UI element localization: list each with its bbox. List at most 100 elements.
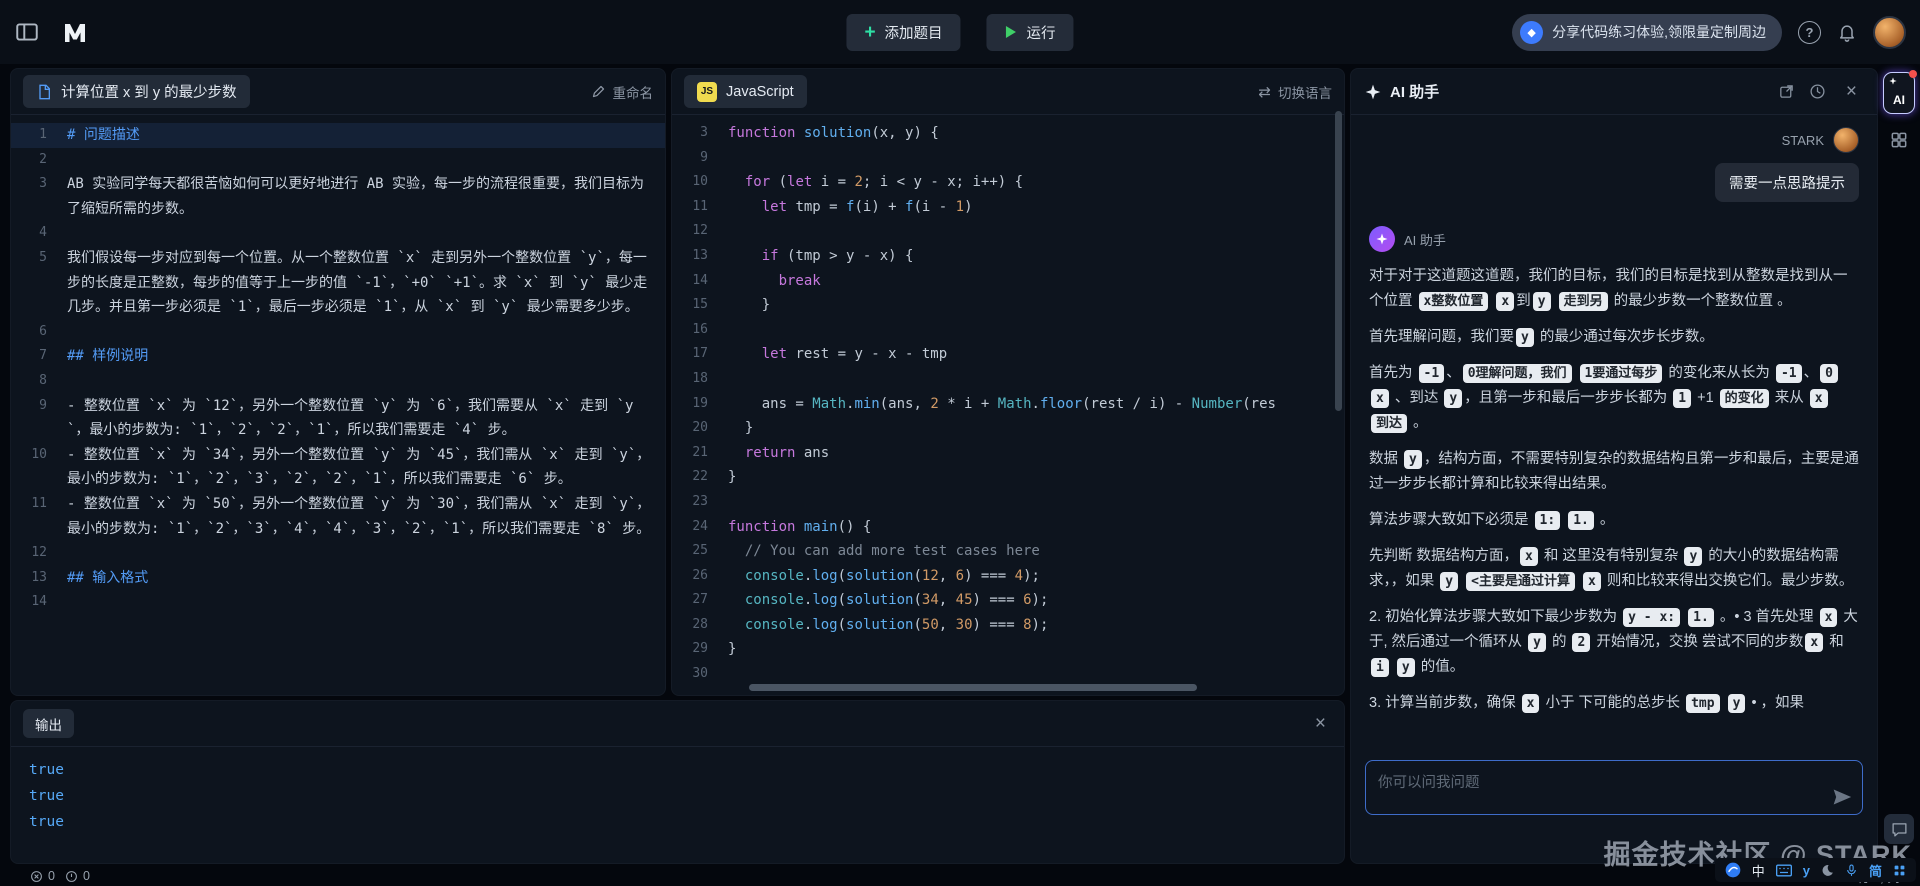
code-line[interactable]: 13 if (tmp > y - x) { [672,244,1344,269]
line-text: 我们假设每一步对应到每一个位置。从一个整数位置 `x` 走到另外一个整数位置 `… [67,249,648,316]
close-ai-button[interactable]: × [1840,82,1863,101]
inline-code: tmp [1686,694,1720,713]
help-button[interactable]: ? [1798,20,1821,44]
feedback-button[interactable] [1884,814,1914,844]
problem-title-tab[interactable]: 计算位置 x 到 y 的最少步数 [23,75,250,108]
ime-simplified-mode[interactable]: 简 [1869,861,1882,880]
ai-assistant-button[interactable]: AI [1883,70,1917,114]
code-line[interactable]: 11 let tmp = f(i) + f(i - 1) [672,195,1344,220]
line-text: console.log(solution(50, 30) === 8); [744,616,1049,633]
mic-icon[interactable] [1845,863,1858,878]
code-line[interactable]: 23 [672,490,1344,515]
code-line[interactable]: 21 return ans [672,441,1344,466]
vertical-scrollbar[interactable] [1335,111,1342,411]
inline-code: 1要通过每步 [1579,364,1663,383]
problem-line[interactable]: 13 ## 输入格式 [11,566,665,591]
code-line[interactable]: 30 [672,662,1344,687]
problem-title: 计算位置 x 到 y 的最少步数 [61,85,237,101]
language-tab[interactable]: JS JavaScript [684,75,807,108]
line-number: 19 [692,395,708,411]
app-logo[interactable] [60,21,90,43]
star-icon [1376,233,1388,245]
line-text: console.log(solution(34, 45) === 6); [744,592,1049,609]
problem-line[interactable]: 3 AB 实验同学每天都很苦恼如何可以更好地进行 AB 实验，每一步的流程很重要，… [11,172,665,221]
user-avatar[interactable] [1873,15,1906,49]
code-line[interactable]: 20 } [672,416,1344,441]
code-line[interactable]: 3 function solution(x, y) { [672,121,1344,146]
problem-line[interactable]: 9 - 整数位置 `x` 为 `12`，另外一个整数位置 `y` 为 `6`，我们… [11,394,665,443]
line-number: 10 [31,446,47,462]
promo-banner[interactable]: ◆ 分享代码练习体验,领限量定制周边 [1512,13,1782,51]
ime-chinese-mode[interactable]: 中 [1752,861,1765,880]
keyboard-icon[interactable] [1775,864,1792,877]
code-line[interactable]: 15 } [672,293,1344,318]
ai-paragraph: 首先为 -1、 0理解问题，我们 1要通过每步 的变化来从长为 -1、 0 x 、到… [1369,361,1859,436]
output-line: true [29,788,64,804]
sidebar-toggle-button[interactable] [14,19,40,45]
plugins-button[interactable] [1889,130,1909,150]
history-button[interactable] [1809,83,1826,100]
problem-line[interactable]: 1 # 问题描述 [11,123,665,148]
code-line[interactable]: 22} [672,465,1344,490]
problem-line[interactable]: 10 - 整数位置 `x` 为 `34`，另外一个整数位置 `y` 为 `45`，… [11,443,665,492]
problem-line[interactable]: 4 [11,221,665,246]
code-line[interactable]: 18 [672,367,1344,392]
code-line[interactable]: 17 let rest = y - x - tmp [672,342,1344,367]
notification-dot [1909,70,1917,78]
topbar: + 添加题目 运行 ◆ 分享代码练习体验,领限量定制周边 ? [0,0,1920,64]
line-text: ## 输入格式 [67,569,149,586]
line-number: 21 [692,444,708,460]
ime-menu-icon[interactable] [1893,864,1906,877]
problem-line[interactable]: 11 - 整数位置 `x` 为 `50`，另外一个整数位置 `y` 为 `30`，… [11,492,665,541]
output-tab[interactable]: 输出 [23,709,74,738]
errors-indicator[interactable]: 0 [30,869,55,883]
problem-line[interactable]: 14 [11,590,665,615]
code-editor[interactable]: 3 function solution(x, y) {9 10 for (let i… [672,115,1344,695]
line-number: 15 [692,297,708,313]
code-line[interactable]: 28 console.log(solution(50, 30) === 8); [672,613,1344,638]
warnings-indicator[interactable]: 0 [65,869,90,883]
line-number: 14 [692,272,708,288]
problem-line[interactable]: 5 我们假设每一步对应到每一个位置。从一个整数位置 `x` 走到另外一个整数位置 … [11,246,665,320]
line-number: 27 [692,592,708,608]
problem-line[interactable]: 2 [11,148,665,173]
send-button[interactable] [1832,787,1852,807]
code-line[interactable]: 27 console.log(solution(34, 45) === 6); [672,588,1344,613]
close-output-button[interactable]: × [1309,714,1332,733]
problem-line[interactable]: 8 [11,369,665,394]
inline-code: 的变化 [1719,389,1769,408]
problem-line[interactable]: 7 ## 样例说明 [11,344,665,369]
line-text: return ans [744,444,830,461]
code-line[interactable]: 29} [672,637,1344,662]
ai-paragraph: 先判断 数据结构方面， x 和 这里没有特别复杂 y 的大小的数据结构需求，，如果… [1369,547,1854,591]
ime-y-mode[interactable]: y [1803,863,1810,878]
ai-response: 对于对于这道题这道题，我们的目标，我们的目标是找到从整数是找到从一个位置 x整数… [1369,264,1859,716]
switch-language-button[interactable]: ⇄ 切换语言 [1258,82,1332,102]
ime-logo-icon[interactable] [1725,862,1741,878]
line-number: 11 [31,495,47,511]
share-chat-button[interactable] [1778,83,1795,100]
code-line[interactable]: 9 [672,146,1344,171]
ai-input-box[interactable] [1365,760,1863,815]
code-line[interactable]: 10 for (let i = 2; i < y - x; i++) { [672,170,1344,195]
code-line[interactable]: 19 ans = Math.min(ans, 2 * i + Math.floo… [672,392,1344,417]
moon-icon[interactable] [1821,864,1834,877]
ai-input[interactable] [1366,761,1862,814]
problem-line[interactable]: 12 [11,541,665,566]
line-text: // You can add more test cases here [744,543,1040,560]
problem-line[interactable]: 6 [11,320,665,345]
code-line[interactable]: 26 console.log(solution(12, 6) === 4); [672,564,1344,589]
notifications-button[interactable] [1837,22,1857,42]
run-button[interactable]: 运行 [986,13,1074,51]
rename-button[interactable]: 重命名 [591,82,653,102]
line-text: # 问题描述 [67,127,140,143]
horizontal-scrollbar[interactable] [749,684,1197,691]
code-line[interactable]: 16 [672,318,1344,343]
code-line[interactable]: 24 function main() { [672,515,1344,540]
code-line[interactable]: 25 // You can add more test cases here [672,539,1344,564]
code-line[interactable]: 12 [672,219,1344,244]
inline-code: x [1520,547,1538,566]
add-problem-button[interactable]: + 添加题目 [846,13,961,51]
problem-editor-lines[interactable]: 1 # 问题描述 2 3 AB 实验同学每天都很苦恼如何可以更好地进行 AB 实验，每一… [11,115,665,615]
code-line[interactable]: 14 break [672,269,1344,294]
